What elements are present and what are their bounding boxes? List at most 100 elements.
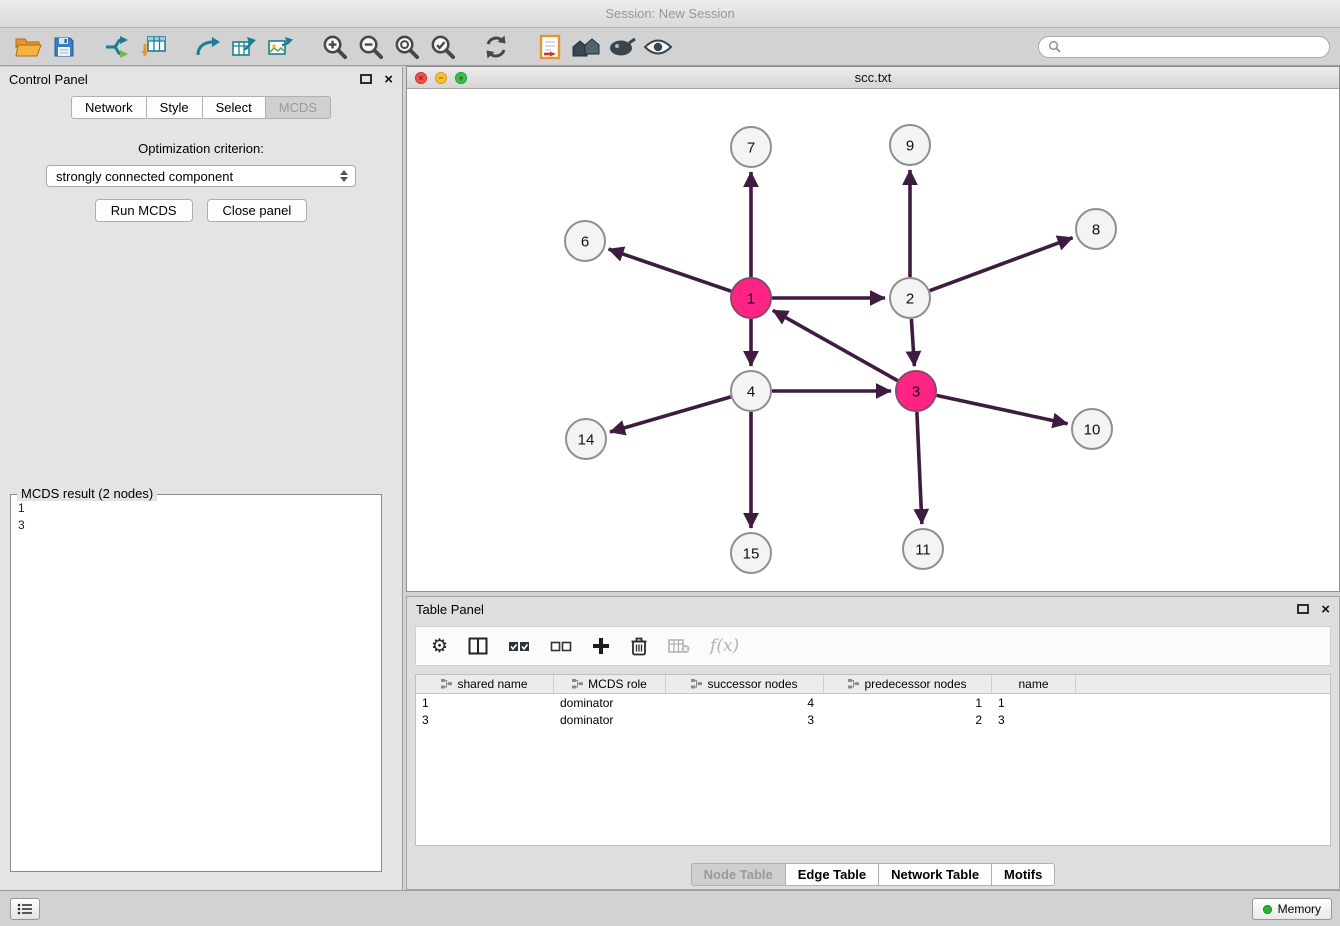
float-panel-button[interactable] — [360, 74, 372, 84]
tab-node-table[interactable]: Node Table — [691, 863, 786, 886]
column-header-successor-nodes[interactable]: successor nodes — [666, 675, 824, 693]
control-panel-header: Control Panel × — [0, 67, 402, 91]
close-panel-icon-button[interactable]: × — [384, 72, 393, 87]
node-14[interactable]: 14 — [566, 419, 606, 459]
tab-network[interactable]: Network — [71, 96, 147, 119]
select-all-columns-button[interactable] — [508, 632, 530, 660]
network-graph-svg[interactable]: 1 2 3 4 6 7 8 9 10 11 14 15 — [407, 89, 1339, 592]
main-toolbar — [0, 28, 1340, 66]
tab-motifs[interactable]: Motifs — [992, 863, 1055, 886]
tab-edge-table[interactable]: Edge Table — [786, 863, 879, 886]
close-panel-button[interactable]: Close panel — [207, 199, 308, 222]
open-session-button[interactable] — [10, 31, 46, 63]
cell-shared-name[interactable]: 1 — [416, 694, 554, 711]
cell-successor-nodes[interactable]: 4 — [666, 694, 824, 711]
cell-predecessor-nodes[interactable]: 1 — [824, 694, 992, 711]
delete-row-button[interactable] — [630, 632, 648, 660]
task-history-button[interactable] — [10, 898, 40, 920]
gear-icon: ⚙ — [431, 637, 448, 656]
function-builder-button: f(x) — [710, 632, 739, 660]
import-network-button[interactable] — [100, 31, 136, 63]
node-8[interactable]: 8 — [1076, 209, 1116, 249]
optimization-criterion-label: Optimization criterion: — [0, 141, 402, 156]
edge-1-6[interactable] — [609, 249, 732, 291]
float-table-panel-button[interactable] — [1297, 604, 1309, 614]
edge-4-14[interactable] — [610, 397, 731, 432]
edge-3-11[interactable] — [917, 412, 922, 524]
node-2[interactable]: 2 — [890, 278, 930, 318]
search-input[interactable] — [1066, 40, 1320, 54]
node-11[interactable]: 11 — [903, 529, 943, 569]
edge-2-3[interactable] — [911, 319, 914, 366]
node-6[interactable]: 6 — [565, 221, 605, 261]
zoom-in-button[interactable] — [316, 31, 352, 63]
node-3[interactable]: 3 — [896, 371, 936, 411]
criterion-dropdown[interactable]: strongly connected component — [46, 165, 356, 187]
show-columns-button[interactable] — [468, 632, 488, 660]
refresh-button[interactable] — [478, 31, 514, 63]
cell-mcds-role[interactable]: dominator — [554, 694, 666, 711]
layout-network-button[interactable] — [190, 31, 226, 63]
zoom-selected-button[interactable] — [424, 31, 460, 63]
zoom-out-button[interactable] — [352, 31, 388, 63]
node-4[interactable]: 4 — [731, 371, 771, 411]
tab-style[interactable]: Style — [147, 96, 203, 119]
table-toolbar: ⚙ — [415, 626, 1331, 666]
cell-mcds-role[interactable]: dominator — [554, 711, 666, 728]
network-from-table-button[interactable] — [226, 31, 262, 63]
cell-shared-name[interactable]: 3 — [416, 711, 554, 728]
node-label: 10 — [1084, 421, 1101, 438]
import-table-button[interactable] — [136, 31, 172, 63]
export-image-button[interactable] — [262, 31, 298, 63]
network-canvas[interactable]: 1 2 3 4 6 7 8 9 10 11 14 15 — [407, 89, 1339, 591]
zoom-fit-button[interactable] — [388, 31, 424, 63]
mcds-result-title: MCDS result (2 nodes) — [17, 486, 157, 501]
window-close-button[interactable]: × — [415, 72, 427, 84]
plus-icon — [592, 637, 610, 655]
show-hide-button[interactable] — [640, 31, 676, 63]
node-9[interactable]: 9 — [890, 125, 930, 165]
cell-name[interactable]: 3 — [992, 711, 1076, 728]
paint-palette-icon — [608, 37, 636, 57]
edge-3-1[interactable] — [773, 310, 898, 380]
window-minimize-button[interactable]: − — [435, 72, 447, 84]
table-row[interactable]: 1 dominator 4 1 1 — [416, 694, 1330, 711]
add-row-button[interactable] — [592, 632, 610, 660]
cell-successor-nodes[interactable]: 3 — [666, 711, 824, 728]
node-label: 7 — [747, 139, 755, 156]
unchecked-boxes-icon — [550, 638, 572, 654]
node-15[interactable]: 15 — [731, 533, 771, 573]
tab-select[interactable]: Select — [203, 96, 266, 119]
column-header-name[interactable]: name — [992, 675, 1076, 693]
edge-3-10[interactable] — [937, 395, 1068, 423]
node-table-body: 1 dominator 4 1 1 3 dominator 3 2 3 — [416, 694, 1330, 728]
node-label: 4 — [747, 383, 755, 400]
memory-button[interactable]: Memory — [1252, 898, 1332, 920]
search-box[interactable] — [1038, 36, 1330, 58]
tab-mcds[interactable]: MCDS — [266, 96, 331, 119]
style-paint-button[interactable] — [604, 31, 640, 63]
eye-icon — [643, 38, 673, 56]
first-neighbors-button[interactable] — [532, 31, 568, 63]
window-zoom-button[interactable]: + — [455, 72, 467, 84]
close-table-panel-button[interactable]: × — [1321, 602, 1330, 617]
window-title: Session: New Session — [605, 6, 734, 21]
cell-predecessor-nodes[interactable]: 2 — [824, 711, 992, 728]
deselect-all-columns-button[interactable] — [550, 632, 572, 660]
memory-label: Memory — [1278, 902, 1321, 916]
run-mcds-button[interactable]: Run MCDS — [95, 199, 193, 222]
network-window-titlebar: × − + scc.txt — [407, 67, 1339, 89]
cell-name[interactable]: 1 — [992, 694, 1076, 711]
column-header-predecessor-nodes[interactable]: predecessor nodes — [824, 675, 992, 693]
table-row[interactable]: 3 dominator 3 2 3 — [416, 711, 1330, 728]
save-session-button[interactable] — [46, 31, 82, 63]
node-7[interactable]: 7 — [731, 127, 771, 167]
edge-2-8[interactable] — [930, 238, 1073, 291]
node-1[interactable]: 1 — [731, 278, 771, 318]
node-10[interactable]: 10 — [1072, 409, 1112, 449]
column-header-shared-name[interactable]: shared name — [416, 675, 554, 693]
tab-network-table[interactable]: Network Table — [879, 863, 992, 886]
table-settings-button[interactable]: ⚙ — [431, 632, 448, 660]
home-view-button[interactable] — [568, 31, 604, 63]
column-header-mcds-role[interactable]: MCDS role — [554, 675, 666, 693]
